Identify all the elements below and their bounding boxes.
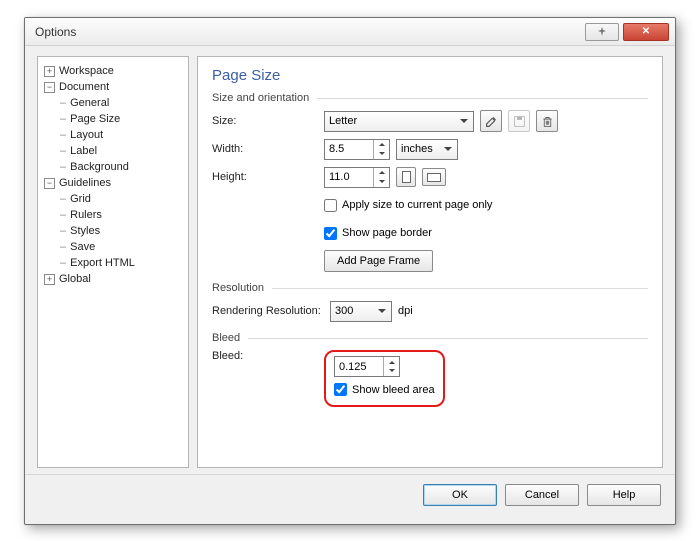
landscape-icon bbox=[427, 173, 441, 182]
spin-down-icon[interactable] bbox=[384, 367, 399, 377]
collapse-icon[interactable]: − bbox=[44, 82, 55, 93]
tree-item-label[interactable]: ‒Label bbox=[60, 143, 184, 159]
tree-item-grid[interactable]: ‒Grid bbox=[60, 191, 184, 207]
group-resolution: Resolution Rendering Resolution: 300 dpi bbox=[212, 282, 648, 322]
dialog-content: +Workspace −Document ‒General ‒Page Size… bbox=[25, 46, 675, 474]
bleed-label: Bleed: bbox=[212, 350, 324, 362]
group-size-orientation: Size and orientation Size: Letter Width:… bbox=[212, 92, 648, 272]
height-spinner[interactable] bbox=[324, 167, 390, 188]
portrait-icon bbox=[402, 171, 411, 183]
spin-down-icon[interactable] bbox=[374, 177, 389, 187]
close-button[interactable]: ✕ bbox=[623, 23, 669, 41]
spin-up-icon[interactable] bbox=[374, 140, 389, 150]
width-spinner[interactable] bbox=[324, 139, 390, 160]
window-title: Options bbox=[35, 25, 581, 39]
settings-panel: Page Size Size and orientation Size: Let… bbox=[197, 56, 663, 468]
bleed-highlight: Show bleed area bbox=[324, 350, 445, 407]
tree-item-global[interactable]: +Global bbox=[44, 271, 184, 287]
category-tree[interactable]: +Workspace −Document ‒General ‒Page Size… bbox=[37, 56, 189, 468]
tree-item-guidelines[interactable]: −Guidelines bbox=[44, 175, 184, 191]
resolution-label: Rendering Resolution: bbox=[212, 305, 330, 317]
landscape-button[interactable] bbox=[422, 168, 446, 186]
tree-item-workspace[interactable]: +Workspace bbox=[44, 63, 184, 79]
tree-item-save[interactable]: ‒Save bbox=[60, 239, 184, 255]
resolution-combo[interactable]: 300 bbox=[330, 301, 392, 322]
width-label: Width: bbox=[212, 143, 324, 155]
group-legend: Bleed bbox=[212, 332, 240, 344]
options-dialog: Options ✕ +Workspace −Document ‒General … bbox=[24, 17, 676, 525]
save-size-button[interactable] bbox=[508, 110, 530, 132]
tree-item-layout[interactable]: ‒Layout bbox=[60, 127, 184, 143]
help-button[interactable]: Help bbox=[587, 484, 661, 506]
tree-item-styles[interactable]: ‒Styles bbox=[60, 223, 184, 239]
apply-current-checkbox[interactable]: Apply size to current page only bbox=[324, 199, 492, 212]
spin-down-icon[interactable] bbox=[374, 149, 389, 159]
show-bleed-checkbox[interactable]: Show bleed area bbox=[334, 383, 435, 396]
delete-size-button[interactable] bbox=[536, 110, 558, 132]
bleed-spinner[interactable] bbox=[334, 356, 400, 377]
spin-up-icon[interactable] bbox=[384, 357, 399, 367]
bleed-input[interactable] bbox=[335, 357, 383, 376]
resolution-unit: dpi bbox=[398, 305, 413, 317]
tree-item-document[interactable]: −Document bbox=[44, 79, 184, 95]
edit-size-button[interactable] bbox=[480, 110, 502, 132]
collapse-icon[interactable]: − bbox=[44, 178, 55, 189]
tree-item-export-html[interactable]: ‒Export HTML bbox=[60, 255, 184, 271]
group-legend: Size and orientation bbox=[212, 92, 309, 104]
size-label: Size: bbox=[212, 115, 324, 127]
cancel-button[interactable]: Cancel bbox=[505, 484, 579, 506]
expand-icon[interactable]: + bbox=[44, 66, 55, 77]
height-input[interactable] bbox=[325, 168, 373, 187]
expand-icon[interactable]: + bbox=[44, 274, 55, 285]
portrait-button[interactable] bbox=[396, 167, 416, 187]
dialog-buttons: OK Cancel Help bbox=[25, 474, 675, 514]
tree-item-page-size[interactable]: ‒Page Size bbox=[60, 111, 184, 127]
spin-up-icon[interactable] bbox=[374, 168, 389, 178]
height-label: Height: bbox=[212, 171, 324, 183]
group-bleed: Bleed Bleed: Show bleed area bbox=[212, 332, 648, 407]
add-page-frame-button[interactable]: Add Page Frame bbox=[324, 250, 433, 272]
width-input[interactable] bbox=[325, 140, 373, 159]
show-border-checkbox[interactable]: Show page border bbox=[324, 227, 432, 240]
pin-button[interactable] bbox=[585, 23, 619, 41]
titlebar[interactable]: Options ✕ bbox=[25, 18, 675, 46]
tree-item-rulers[interactable]: ‒Rulers bbox=[60, 207, 184, 223]
units-combo[interactable]: inches bbox=[396, 139, 458, 160]
page-title: Page Size bbox=[212, 67, 648, 84]
tree-item-general[interactable]: ‒General bbox=[60, 95, 184, 111]
ok-button[interactable]: OK bbox=[423, 484, 497, 506]
group-legend: Resolution bbox=[212, 282, 264, 294]
size-combo[interactable]: Letter bbox=[324, 111, 474, 132]
tree-item-background[interactable]: ‒Background bbox=[60, 159, 184, 175]
